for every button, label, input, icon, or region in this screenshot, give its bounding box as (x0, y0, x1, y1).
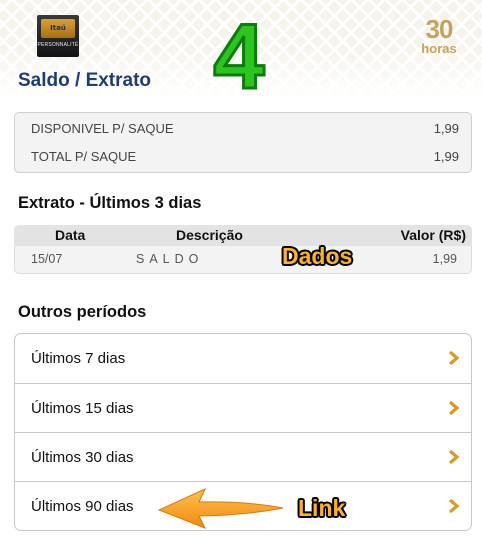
column-header-description: Descrição (176, 227, 243, 243)
link-annotation: Link (298, 495, 346, 521)
row-date: 15/07 (31, 252, 63, 266)
page-title: Saldo / Extrato (18, 70, 152, 91)
period-label: Últimos 30 dias (31, 449, 134, 466)
itau-personnalite-logo[interactable]: Itaú PERSONNALITÉ (37, 15, 79, 57)
chevron-right-icon (448, 351, 460, 365)
column-header-value: Valor (R$) (400, 227, 466, 243)
balance-value: 1,99 (433, 121, 459, 136)
row-description: SALDO (136, 252, 204, 266)
balance-row-available: DISPONIVEL P/ SAQUE 1,99 (31, 119, 459, 139)
balance-label: DISPONIVEL P/ SAQUE (31, 121, 174, 136)
chevron-right-icon (448, 401, 460, 415)
balance-row-total: TOTAL P/ SAQUE 1,99 (31, 147, 459, 167)
pointer-arrow-icon (157, 487, 284, 529)
outros-periodos-title: Outros períodos (18, 303, 147, 321)
period-label: Últimos 7 dias (31, 350, 126, 367)
chevron-right-icon (448, 499, 460, 513)
balance-value: 1,99 (433, 149, 459, 164)
hours-label: horas (421, 41, 457, 56)
30-horas-badge: 30 horas (414, 16, 464, 60)
period-label: Últimos 90 dias (31, 498, 134, 515)
extrato-table-header: Data Descrição Valor (R$) (14, 225, 472, 246)
personnalite-wordmark: PERSONNALITÉ (37, 42, 79, 48)
balance-label: TOTAL P/ SAQUE (31, 149, 137, 164)
itau-logo-mark: Itaú (41, 19, 75, 38)
period-link-7-dias[interactable]: Últimos 7 dias (15, 334, 471, 383)
hours-number: 30 (425, 14, 454, 44)
chevron-right-icon (448, 450, 460, 464)
period-link-15-dias[interactable]: Últimos 15 dias (15, 383, 471, 432)
row-value: 1,99 (432, 252, 457, 266)
dados-annotation: Dados (282, 243, 353, 269)
column-header-date: Data (55, 227, 86, 243)
balance-summary: DISPONIVEL P/ SAQUE 1,99 TOTAL P/ SAQUE … (14, 112, 472, 173)
step-number-text: 4 (213, 10, 264, 102)
period-link-30-dias[interactable]: Últimos 30 dias (15, 432, 471, 481)
period-label: Últimos 15 dias (31, 400, 134, 417)
step-number-annotation: 4 (212, 10, 266, 102)
table-row: 15/07 SALDO 1,99 (14, 246, 472, 274)
extrato-title: Extrato - Últimos 3 dias (18, 194, 202, 212)
